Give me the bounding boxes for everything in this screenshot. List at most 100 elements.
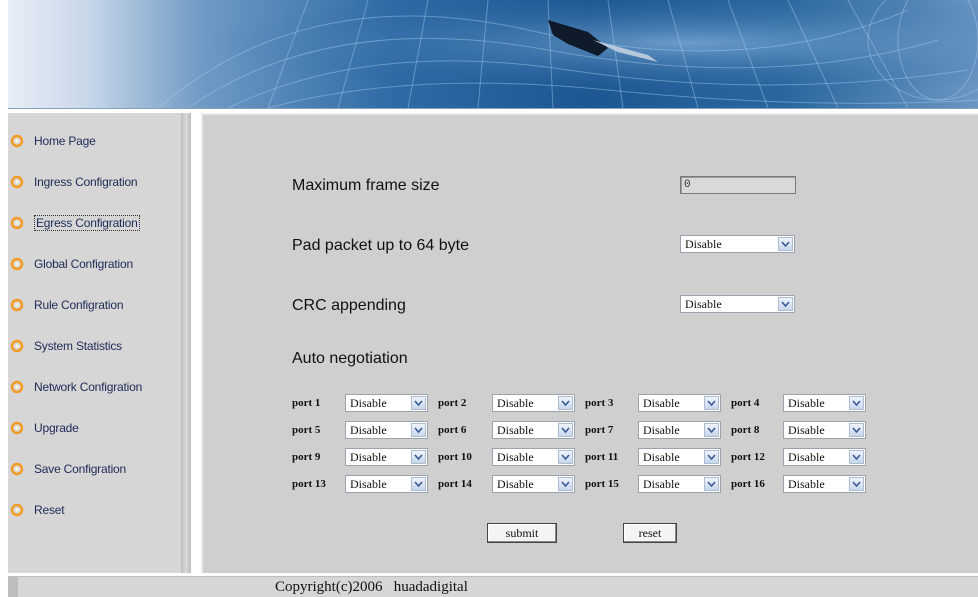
sidebar-item-label: Egress Configration	[34, 215, 140, 231]
main-panel: Maximum frame size 0 Pad packet up to 64…	[201, 113, 978, 573]
sidebar-item[interactable]: Upgrade	[10, 418, 79, 438]
sidebar-item-label: Rule Configration	[34, 298, 124, 312]
port-select[interactable]: Disable	[345, 448, 428, 466]
sidebar-item[interactable]: System Statistics	[10, 336, 122, 356]
orange-ring-bullet-icon	[10, 380, 24, 394]
port-select-value: Disable	[350, 395, 387, 410]
sidebar-item-label: System Statistics	[34, 339, 122, 353]
sidebar-item-label: Ingress Configration	[34, 175, 138, 189]
chevron-down-icon[interactable]	[849, 423, 864, 437]
footer-left-edge	[8, 577, 18, 597]
port-select-value: Disable	[350, 422, 387, 437]
port-select-value: Disable	[497, 395, 534, 410]
chevron-down-icon[interactable]	[704, 396, 719, 410]
port-select-value: Disable	[788, 476, 825, 491]
chevron-down-icon[interactable]	[704, 477, 719, 491]
port-label: port 16	[731, 478, 765, 490]
sidebar-item[interactable]: Home Page	[10, 131, 96, 151]
orange-ring-bullet-icon	[10, 257, 24, 271]
chevron-down-icon[interactable]	[411, 423, 426, 437]
sidebar-item-label: Network Configration	[34, 380, 143, 394]
chevron-down-icon[interactable]	[411, 477, 426, 491]
chevron-down-icon[interactable]	[558, 477, 573, 491]
port-label: port 6	[438, 424, 467, 436]
port-select[interactable]: Disable	[492, 394, 575, 412]
chevron-down-icon[interactable]	[778, 237, 793, 251]
port-select-value: Disable	[788, 422, 825, 437]
port-label: port 3	[585, 397, 614, 409]
submit-button[interactable]: submit	[487, 523, 557, 543]
sidebar-item[interactable]: Global Configration	[10, 254, 133, 274]
crc-appending-select[interactable]: Disable	[680, 295, 795, 313]
sidebar-item-label: Home Page	[34, 134, 96, 148]
port-select[interactable]: Disable	[345, 394, 428, 412]
port-select-value: Disable	[350, 476, 387, 491]
port-label: port 14	[438, 478, 472, 490]
port-select-value: Disable	[643, 422, 680, 437]
chevron-down-icon[interactable]	[411, 396, 426, 410]
pad-packet-select[interactable]: Disable	[680, 235, 795, 253]
sidebar-item[interactable]: Egress Configration	[10, 213, 140, 233]
sidebar-item-label: Reset	[34, 503, 65, 517]
auto-negotiation-label: Auto negotiation	[292, 350, 408, 367]
orange-ring-bullet-icon	[10, 503, 24, 517]
sidebar-item[interactable]: Reset	[10, 500, 65, 520]
port-select-value: Disable	[497, 476, 534, 491]
chevron-down-icon[interactable]	[849, 477, 864, 491]
orange-ring-bullet-icon	[10, 298, 24, 312]
footer: Copyright(c)2006 huadadigital	[8, 576, 978, 597]
sidebar-item-label: Upgrade	[34, 421, 79, 435]
port-select[interactable]: Disable	[783, 448, 866, 466]
port-select-value: Disable	[497, 422, 534, 437]
port-select[interactable]: Disable	[638, 448, 721, 466]
sidebar-item[interactable]: Network Configration	[10, 377, 142, 397]
port-select[interactable]: Disable	[783, 421, 866, 439]
chevron-down-icon[interactable]	[849, 396, 864, 410]
port-select[interactable]: Disable	[345, 421, 428, 439]
banner-globe-graphic	[8, 0, 978, 108]
port-select[interactable]: Disable	[492, 448, 575, 466]
port-select-value: Disable	[788, 449, 825, 464]
port-select-value: Disable	[788, 395, 825, 410]
crc-appending-label: CRC appending	[292, 297, 406, 314]
port-select[interactable]: Disable	[345, 475, 428, 493]
copyright-text: Copyright(c)2006 huadadigital	[275, 579, 468, 595]
sidebar-item-label: Save Configration	[34, 462, 126, 476]
port-label: port 11	[585, 451, 619, 463]
chevron-down-icon[interactable]	[558, 450, 573, 464]
port-label: port 10	[438, 451, 472, 463]
max-frame-size-label: Maximum frame size	[292, 177, 440, 194]
port-label: port 7	[585, 424, 614, 436]
port-select-value: Disable	[643, 449, 680, 464]
port-select[interactable]: Disable	[638, 475, 721, 493]
chevron-down-icon[interactable]	[778, 297, 793, 311]
port-select[interactable]: Disable	[783, 475, 866, 493]
sidebar-item[interactable]: Ingress Configration	[10, 172, 138, 192]
sidebar-item[interactable]: Save Configration	[10, 459, 126, 479]
max-frame-size-input[interactable]: 0	[680, 176, 796, 194]
port-select-value: Disable	[643, 476, 680, 491]
port-label: port 13	[292, 478, 326, 490]
chevron-down-icon[interactable]	[558, 396, 573, 410]
crc-appending-value: Disable	[685, 296, 722, 311]
reset-button[interactable]: reset	[623, 523, 677, 543]
sidebar-item[interactable]: Rule Configration	[10, 295, 124, 315]
sidebar-divider	[181, 113, 191, 573]
port-label: port 15	[585, 478, 619, 490]
chevron-down-icon[interactable]	[558, 423, 573, 437]
chevron-down-icon[interactable]	[704, 423, 719, 437]
port-select[interactable]: Disable	[783, 394, 866, 412]
orange-ring-bullet-icon	[10, 216, 24, 230]
chevron-down-icon[interactable]	[704, 450, 719, 464]
port-select[interactable]: Disable	[492, 475, 575, 493]
port-label: port 9	[292, 451, 321, 463]
orange-ring-bullet-icon	[10, 421, 24, 435]
port-select-value: Disable	[643, 395, 680, 410]
pad-packet-label: Pad packet up to 64 byte	[292, 237, 470, 254]
port-select[interactable]: Disable	[638, 394, 721, 412]
port-select[interactable]: Disable	[492, 421, 575, 439]
port-label: port 12	[731, 451, 765, 463]
chevron-down-icon[interactable]	[849, 450, 864, 464]
port-select[interactable]: Disable	[638, 421, 721, 439]
chevron-down-icon[interactable]	[411, 450, 426, 464]
